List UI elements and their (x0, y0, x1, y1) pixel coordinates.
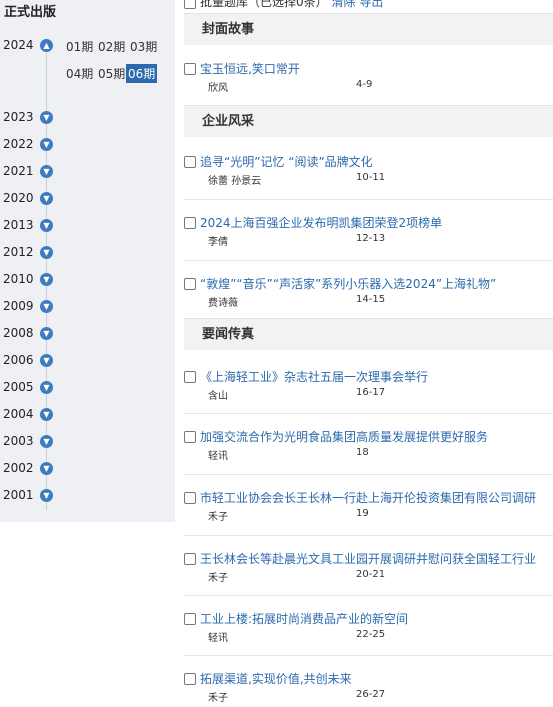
section-heading-news: 要闻传真 (184, 318, 553, 350)
issue-01[interactable]: 01期 (64, 37, 95, 56)
chevron-down-icon[interactable]: ▼ (40, 408, 53, 421)
article-author: 费诗薇 (208, 298, 238, 309)
section-heading-enterprise: 企业风采 (184, 105, 553, 137)
divider (184, 535, 553, 536)
year-2023[interactable]: 2023 (3, 110, 34, 124)
article-checkbox[interactable] (184, 63, 196, 75)
article-checkbox[interactable] (184, 673, 196, 685)
chevron-up-icon[interactable]: ▲ (40, 39, 53, 52)
year-2003[interactable]: 2003 (3, 434, 34, 448)
year-2004[interactable]: 2004 (3, 407, 34, 421)
article-title-link[interactable]: 加强交流合作为光明食品集团高质量发展提供更好服务 (200, 428, 488, 445)
year-2022[interactable]: 2022 (3, 137, 34, 151)
divider (184, 474, 553, 475)
chevron-down-icon[interactable]: ▼ (40, 327, 53, 340)
chevron-down-icon[interactable]: ▼ (40, 435, 53, 448)
article-title-link[interactable]: 工业上楼:拓展时尚消费品产业的新空间 (200, 610, 408, 627)
issue-04[interactable]: 04期 (64, 64, 95, 83)
year-2002[interactable]: 2002 (3, 461, 34, 475)
batch-select-row: 批量题库（已选择0条） 清除 导出 (184, 0, 383, 10)
article-title-link[interactable]: 追寻“光明”记忆 “阅读”品牌文化 (200, 153, 373, 170)
issue-03[interactable]: 03期 (128, 37, 159, 56)
clear-link[interactable]: 清除 (331, 0, 355, 9)
chevron-down-icon[interactable]: ▼ (40, 165, 53, 178)
year-2009[interactable]: 2009 (3, 299, 34, 313)
article-pages: 16-17 (356, 387, 386, 398)
article-checkbox[interactable] (184, 278, 196, 290)
batch-select-label: 批量题库（已选择0条） (200, 0, 328, 9)
article-author: 轻讯 (208, 451, 228, 462)
article-title-link[interactable]: “敦煌”“音乐”“声活家”系列小乐器入选2024”上海礼物” (200, 275, 496, 292)
year-2021[interactable]: 2021 (3, 164, 34, 178)
article-title-link[interactable]: 《上海轻工业》杂志社五届一次理事会举行 (200, 368, 428, 385)
chevron-down-icon[interactable]: ▼ (40, 192, 53, 205)
divider (184, 260, 553, 261)
article-title-link[interactable]: 宝玉恒远,笑口常开 (200, 60, 300, 77)
year-2013[interactable]: 2013 (3, 218, 34, 232)
year-2006[interactable]: 2006 (3, 353, 34, 367)
year-2001[interactable]: 2001 (3, 488, 34, 502)
sidebar-title: 正式出版 (4, 5, 57, 20)
article-author: 李倩 (208, 237, 228, 248)
year-current[interactable]: 2024 (3, 38, 34, 52)
divider (184, 595, 553, 596)
chevron-down-icon[interactable]: ▼ (40, 462, 53, 475)
issue-06-active[interactable]: 06期 (126, 64, 158, 83)
chevron-down-icon[interactable]: ▼ (40, 300, 53, 313)
article-title-link[interactable]: 王长林会长等赴晨光文具工业园开展调研并慰问获全国轻工行业 (200, 550, 536, 567)
article-author: 含山 (208, 391, 228, 402)
chevron-down-icon[interactable]: ▼ (40, 381, 53, 394)
article-pages: 22-25 (356, 629, 386, 640)
select-all-checkbox[interactable] (184, 0, 196, 9)
sidebar: 正式出版 2024 ▲ 01期 02期 03期 04期 05期 06期 2023… (0, 0, 175, 522)
divider (184, 655, 553, 656)
year-2012[interactable]: 2012 (3, 245, 34, 259)
article-pages: 12-13 (356, 233, 386, 244)
article-pages: 4-9 (356, 79, 373, 90)
article-checkbox[interactable] (184, 553, 196, 565)
article-author: 轻讯 (208, 633, 228, 644)
chevron-down-icon[interactable]: ▼ (40, 489, 53, 502)
divider (184, 199, 553, 200)
article-author: 禾子 (208, 573, 228, 584)
year-2010[interactable]: 2010 (3, 272, 34, 286)
article-title-link[interactable]: 拓展渠道,实现价值,共创未来 (200, 670, 352, 687)
article-checkbox[interactable] (184, 492, 196, 504)
article-pages: 18 (356, 447, 369, 458)
article-checkbox[interactable] (184, 217, 196, 229)
article-author: 禾子 (208, 693, 228, 704)
article-checkbox[interactable] (184, 613, 196, 625)
article-pages: 10-11 (356, 172, 386, 183)
year-2005[interactable]: 2005 (3, 380, 34, 394)
article-title-link[interactable]: 市轻工业协会会长王长林一行赴上海开伦投资集团有限公司调研 (200, 489, 536, 506)
article-pages: 19 (356, 508, 369, 519)
chevron-down-icon[interactable]: ▼ (40, 111, 53, 124)
article-checkbox[interactable] (184, 431, 196, 443)
article-title-link[interactable]: 2024上海百强企业发布明凯集团荣登2项榜单 (200, 214, 442, 231)
chevron-down-icon[interactable]: ▼ (40, 138, 53, 151)
divider (184, 413, 553, 414)
article-checkbox[interactable] (184, 156, 196, 168)
article-pages: 26-27 (356, 689, 386, 700)
article-pages: 14-15 (356, 294, 386, 305)
article-pages: 20-21 (356, 569, 386, 580)
chevron-down-icon[interactable]: ▼ (40, 219, 53, 232)
issue-02[interactable]: 02期 (96, 37, 127, 56)
article-author: 徐蕾 孙景云 (208, 176, 262, 187)
section-heading-cover-story: 封面故事 (184, 13, 553, 45)
export-link[interactable]: 导出 (359, 0, 383, 9)
chevron-down-icon[interactable]: ▼ (40, 273, 53, 286)
chevron-down-icon[interactable]: ▼ (40, 246, 53, 259)
issue-05[interactable]: 05期 (96, 64, 127, 83)
article-author: 禾子 (208, 512, 228, 523)
article-checkbox[interactable] (184, 371, 196, 383)
year-2008[interactable]: 2008 (3, 326, 34, 340)
year-2020[interactable]: 2020 (3, 191, 34, 205)
chevron-down-icon[interactable]: ▼ (40, 354, 53, 367)
article-author: 欣风 (208, 83, 228, 94)
